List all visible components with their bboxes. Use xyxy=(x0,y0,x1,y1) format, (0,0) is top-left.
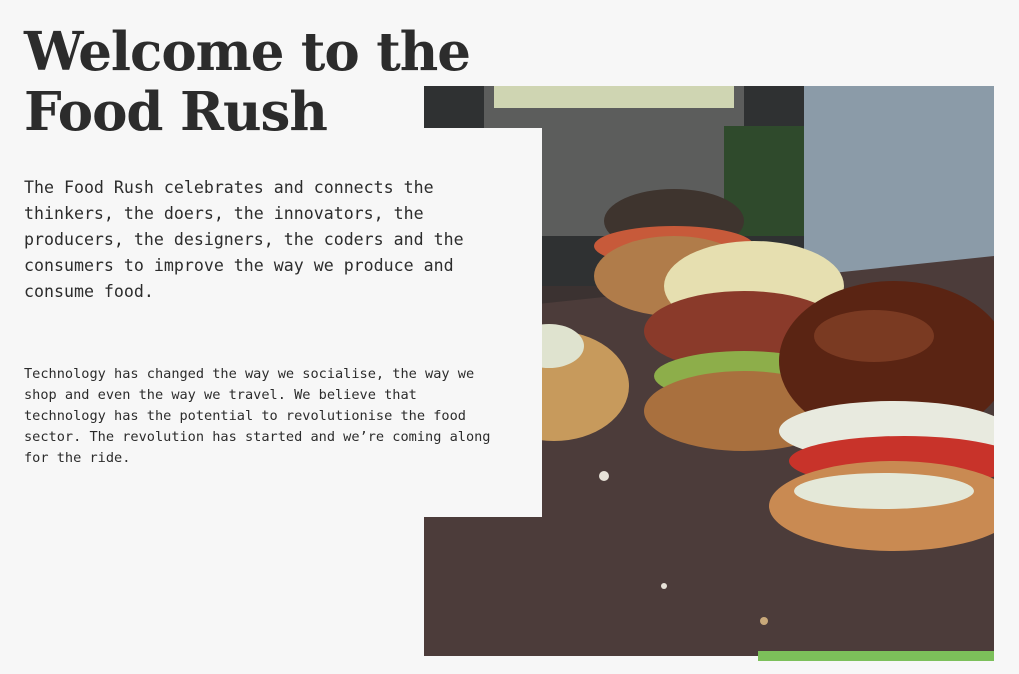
page-title: Welcome to the Food Rush xyxy=(24,21,471,143)
body-paragraph: Technology has changed the way we social… xyxy=(24,366,491,466)
intro-paragraph: The Food Rush celebrates and connects th… xyxy=(24,178,464,301)
accent-bar xyxy=(758,651,994,661)
